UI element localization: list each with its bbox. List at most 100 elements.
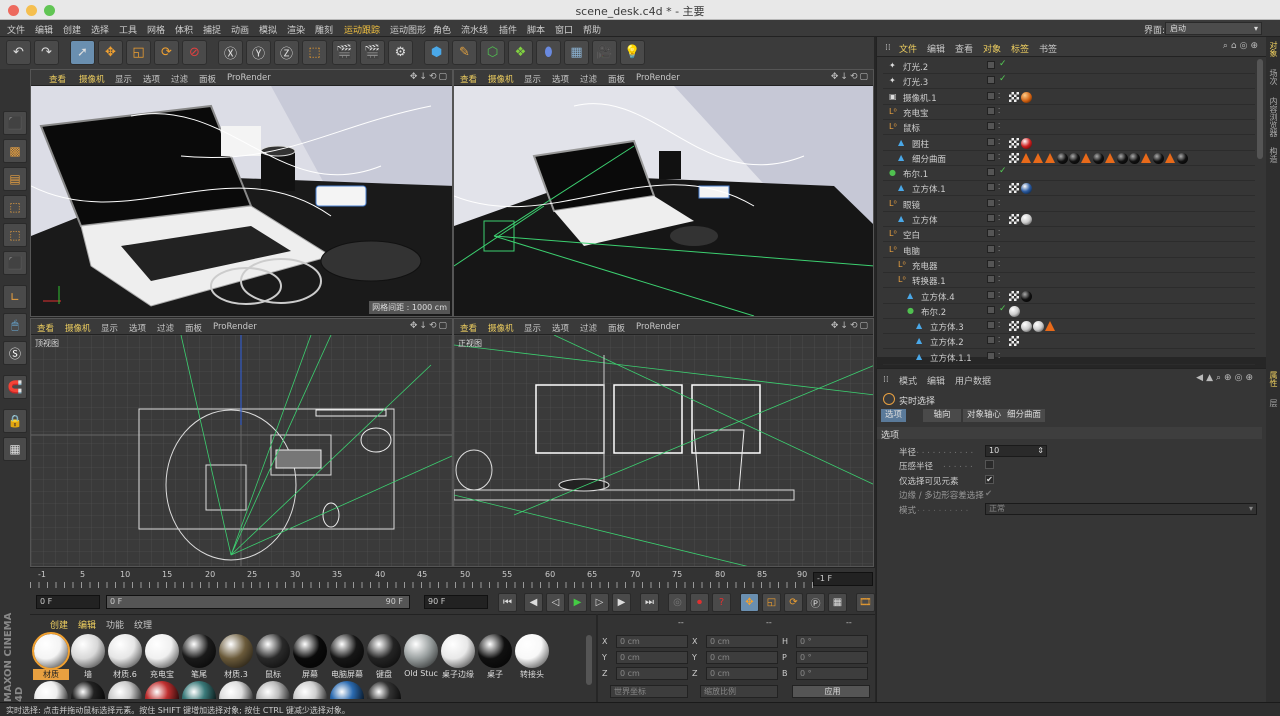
- object-row[interactable]: ✦ 灯光.3 ✓: [883, 74, 1255, 90]
- vp-menu-display[interactable]: 显示: [524, 322, 541, 334]
- menu-select[interactable]: 选择: [91, 23, 109, 36]
- tweak-mode-button[interactable]: 🖱: [3, 313, 27, 337]
- object-name[interactable]: 灯光.3: [903, 76, 928, 88]
- material-swatch[interactable]: [145, 681, 179, 699]
- layer-swatch[interactable]: [987, 305, 995, 314]
- undo-button[interactable]: ↶: [6, 40, 31, 65]
- mat-menu-edit[interactable]: 编辑: [78, 618, 96, 631]
- om-menu-tags[interactable]: 标签: [1011, 42, 1029, 55]
- enabled-check-icon[interactable]: ✓: [999, 304, 1007, 314]
- coord-field[interactable]: 0 cm: [706, 635, 778, 648]
- vp-menu-panel[interactable]: 面板: [199, 73, 216, 85]
- attr-menu-mode[interactable]: 模式: [899, 374, 917, 387]
- layer-swatch[interactable]: [987, 137, 995, 146]
- object-name[interactable]: 充电器: [912, 260, 938, 272]
- vp-menu-camera[interactable]: 摄像机: [488, 73, 514, 85]
- layer-swatch[interactable]: [987, 259, 995, 268]
- menu-pipeline[interactable]: 流水线: [461, 23, 488, 36]
- render-settings-button[interactable]: ⚙: [388, 40, 413, 65]
- object-name[interactable]: 电脑: [903, 245, 920, 257]
- object-row[interactable]: ▲ 圆柱 ⁚: [883, 136, 1255, 151]
- material-tag-icon[interactable]: [1021, 183, 1032, 195]
- menu-plugins[interactable]: 插件: [499, 23, 517, 36]
- visibility-dots-icon[interactable]: ⁚: [998, 138, 1000, 146]
- mode-select[interactable]: 正常 ▾: [985, 503, 1257, 515]
- enabled-check-icon[interactable]: ✓: [999, 74, 1007, 84]
- vp-menu-panel[interactable]: 面板: [185, 322, 202, 334]
- object-row[interactable]: ▣ 摄像机.1 ⁚: [883, 90, 1255, 105]
- vp-menu-filter[interactable]: 过滤: [580, 73, 597, 85]
- goto-end-button[interactable]: ⏭: [640, 593, 659, 612]
- om-search-icons[interactable]: ⌕⌂◎⊕: [1223, 41, 1261, 51]
- object-row[interactable]: L⁰ 鼠标 ⁚: [883, 120, 1255, 136]
- vp-menu-options[interactable]: 选项: [552, 73, 569, 85]
- viewport-camera[interactable]: 查看 摄像机 显示 选项 过滤 面板 ProRender ✥↓⟲▢: [453, 69, 874, 317]
- viewport-nav-icons[interactable]: ✥↓⟲▢: [410, 72, 449, 82]
- scale-tool-button[interactable]: ◱: [126, 40, 151, 65]
- material-swatch[interactable]: [182, 681, 216, 699]
- visibility-dots-icon[interactable]: ⁚: [998, 336, 1000, 344]
- key-pla-button[interactable]: ▦: [828, 593, 847, 612]
- render-view-button[interactable]: 🎬: [332, 40, 357, 65]
- menu-sculpt[interactable]: 雕刻: [315, 23, 333, 36]
- attr-menu-user-data[interactable]: 用户数据: [955, 374, 991, 387]
- visibility-dots-icon[interactable]: ⁚: [998, 122, 1000, 130]
- visibility-dots-icon[interactable]: ⁚: [998, 352, 1000, 360]
- mat-menu-create[interactable]: 创建: [50, 618, 68, 631]
- add-camera-button[interactable]: 🎥: [592, 40, 617, 65]
- material-swatch[interactable]: [219, 634, 253, 668]
- menu-edit[interactable]: 编辑: [35, 23, 53, 36]
- material-tag-icon[interactable]: [1009, 305, 1020, 317]
- vtab-objects[interactable]: 对象: [1268, 41, 1279, 57]
- object-row[interactable]: L⁰ 转换器.1 ⁚: [883, 273, 1255, 289]
- vp-menu-prorender[interactable]: ProRender: [636, 73, 680, 83]
- viewport-front[interactable]: 查看 摄像机 显示 选项 过滤 面板 ProRender ✥↓⟲▢ 正视图: [453, 318, 874, 567]
- texture-tag-icon[interactable]: [1009, 152, 1019, 163]
- vp-menu-options[interactable]: 选项: [129, 322, 146, 334]
- texture-tag-icon[interactable]: [1009, 137, 1019, 148]
- visibility-dots-icon[interactable]: ⁚: [998, 229, 1000, 237]
- object-name[interactable]: 灯光.2: [903, 61, 928, 73]
- model-mode-button[interactable]: ⬛: [3, 111, 27, 135]
- render-to-picture-viewer-button[interactable]: 🎬: [360, 40, 385, 65]
- record-position-button[interactable]: ◎: [668, 593, 687, 612]
- visibility-dots-icon[interactable]: ⁚: [998, 153, 1000, 161]
- vp-menu-camera[interactable]: 摄像机: [79, 73, 105, 85]
- material-swatch[interactable]: [515, 634, 549, 668]
- coord-field[interactable]: 0 cm: [706, 651, 778, 664]
- auto-key-button[interactable]: ?: [712, 593, 731, 612]
- material-swatch[interactable]: [182, 634, 216, 668]
- z-axis-lock-button[interactable]: Ⓩ: [274, 40, 299, 65]
- vp-menu-camera[interactable]: 摄像机: [488, 322, 514, 334]
- visibility-dots-icon[interactable]: ⁚: [998, 260, 1000, 268]
- add-cube-button[interactable]: ⬢: [424, 40, 449, 65]
- play-button[interactable]: ▶: [568, 593, 587, 612]
- redo-button[interactable]: ↷: [34, 40, 59, 65]
- material-swatch[interactable]: [256, 634, 290, 668]
- material-swatch[interactable]: [219, 681, 253, 699]
- phong-tag-icon[interactable]: [1081, 152, 1091, 163]
- object-row[interactable]: L⁰ 充电器 ⁚: [883, 258, 1255, 273]
- object-tree-scrollbar[interactable]: [1257, 59, 1263, 159]
- viewport-nav-icons[interactable]: ✥↓⟲▢: [831, 321, 870, 331]
- material-swatch[interactable]: [256, 681, 290, 699]
- y-axis-lock-button[interactable]: Ⓨ: [246, 40, 271, 65]
- end-frame-field[interactable]: 90 F: [424, 595, 488, 609]
- x-axis-lock-button[interactable]: Ⓧ: [218, 40, 243, 65]
- vp-menu-filter[interactable]: 过滤: [171, 73, 188, 85]
- texture-tag-icon[interactable]: [1009, 91, 1019, 102]
- object-name[interactable]: 细分曲面: [912, 153, 946, 165]
- om-menu-file[interactable]: 文件: [899, 42, 917, 55]
- menu-volume[interactable]: 体积: [175, 23, 193, 36]
- attr-tab-options[interactable]: 选项: [881, 409, 907, 422]
- object-row[interactable]: ▲ 细分曲面 ⁚: [883, 151, 1255, 166]
- visibility-dots-icon[interactable]: ⁚: [998, 183, 1000, 191]
- material-tag-icon[interactable]: [1021, 214, 1032, 225]
- material-tag-icon[interactable]: [1177, 152, 1188, 164]
- material-swatch[interactable]: [71, 681, 105, 699]
- vp-menu-prorender[interactable]: ProRender: [636, 322, 680, 332]
- enabled-check-icon[interactable]: ✓: [999, 166, 1007, 176]
- vp-menu-view[interactable]: 查看: [37, 322, 54, 334]
- phong-tag-icon[interactable]: [1105, 152, 1115, 163]
- object-name[interactable]: 转换器.1: [912, 275, 946, 287]
